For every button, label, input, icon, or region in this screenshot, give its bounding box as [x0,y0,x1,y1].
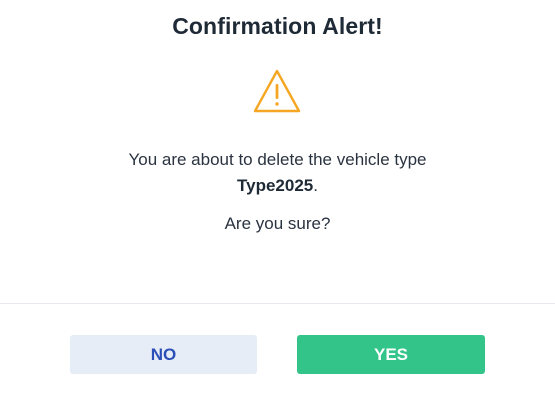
warning-triangle-icon [252,68,302,114]
message-text: You are about to delete the vehicle type [128,150,427,169]
no-button[interactable]: NO [70,335,257,374]
confirm-question: Are you sure? [224,214,331,233]
confirmation-dialog: Confirmation Alert! You are about to del… [0,0,555,400]
vehicle-type-name: Type2025 [237,176,314,195]
dialog-title: Confirmation Alert! [172,13,383,39]
footer-divider [0,303,555,304]
message-suffix: . [313,176,318,195]
message-item: Type2025. [0,173,555,199]
yes-button[interactable]: YES [297,335,485,374]
dialog-message: You are about to delete the vehicle type… [0,147,555,199]
